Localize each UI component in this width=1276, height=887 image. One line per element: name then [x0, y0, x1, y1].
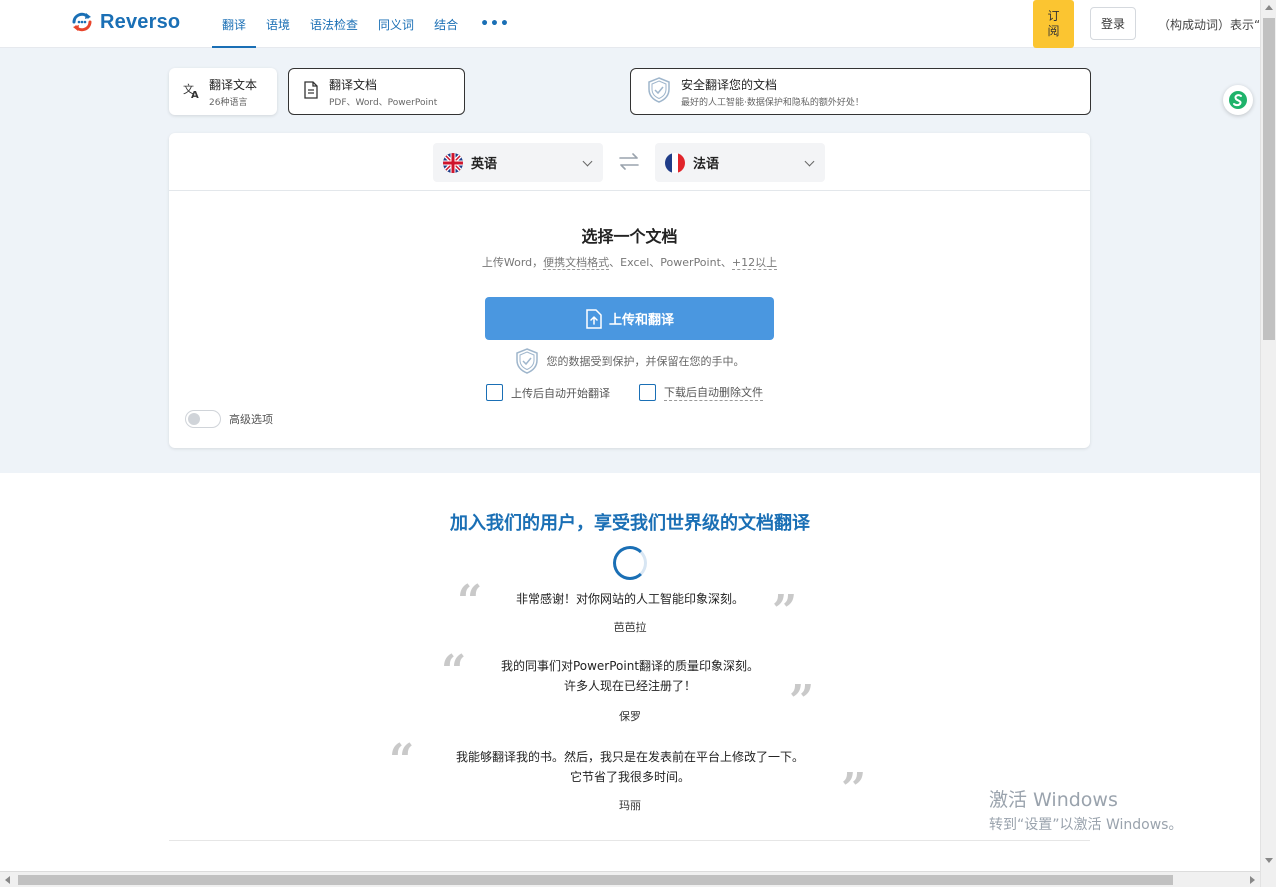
upload-and-translate-button[interactable]: 上传和翻译	[485, 297, 774, 340]
subscribe-label-1: 订	[1047, 9, 1060, 23]
uk-flag-icon	[443, 152, 463, 173]
swap-languages-button[interactable]	[617, 149, 641, 173]
scroll-left-arrow-icon[interactable]	[5, 876, 10, 884]
nav-item-context[interactable]: 语境	[256, 0, 300, 48]
main-nav: 翻译 语境 语法检查 同义词 结合 •••	[212, 0, 522, 48]
nav-item-synonyms[interactable]: 同义词	[368, 0, 424, 48]
green-s-icon	[1229, 91, 1247, 109]
france-flag-icon	[665, 152, 685, 173]
upload-file-icon	[586, 308, 602, 329]
reverso-logo[interactable]: Reverso	[70, 10, 180, 34]
horizontal-scrollbar[interactable]	[0, 871, 1260, 887]
source-language-select[interactable]: 英语	[433, 143, 603, 182]
formats-mid: 、Excel、PowerPoint、	[609, 256, 732, 269]
scroll-up-arrow-icon[interactable]	[1265, 5, 1273, 10]
subscribe-label-2: 阅	[1047, 24, 1060, 38]
auto-translate-option[interactable]: 上传后自动开始翻译	[486, 384, 610, 401]
auto-translate-checkbox[interactable]	[486, 384, 503, 401]
target-language-select[interactable]: 法语	[655, 143, 825, 182]
secure-banner-sub: 最好的人工智能·数据保护和隐私的额外好处！	[681, 97, 864, 108]
testimonial-3-line2: 它节省了我很多时间。	[569, 770, 690, 784]
translate-language-icon: 文 A	[183, 81, 201, 102]
tab-translate-document-sub: PDF、Word、PowerPoint	[329, 97, 438, 108]
nav-item-conjugation[interactable]: 结合	[424, 0, 468, 48]
secure-banner-title: 安全翻译您的文档	[681, 77, 778, 92]
swap-arrows-icon	[619, 153, 639, 170]
document-icon	[303, 81, 319, 102]
language-selector-row: 英语 法语	[169, 133, 1090, 191]
upload-button-label: 上传和翻译	[608, 313, 674, 328]
toggle-knob	[188, 413, 200, 425]
tab-translate-document-title: 翻译文档	[329, 77, 378, 92]
choose-document-title: 选择一个文档	[581, 227, 678, 246]
login-button[interactable]: 登录	[1090, 7, 1136, 40]
nav-item-translate[interactable]: 翻译	[212, 0, 257, 48]
open-quote-icon: “	[457, 576, 483, 627]
extension-floating-icon[interactable]	[1223, 85, 1253, 115]
advanced-options-label: 高级选项	[229, 413, 273, 426]
shield-icon	[647, 77, 671, 106]
protection-text: 您的数据受到保护，并保留在您的手中。	[546, 355, 745, 368]
nav-more-button[interactable]: •••	[468, 0, 522, 48]
testimonial-1-line1: 非常感谢！对你网站的人工智能印象深刻。	[515, 592, 744, 606]
vertical-scroll-thumb[interactable]	[1263, 18, 1275, 340]
windows-activation-watermark: 激活 Windows 转到“设置”以激活 Windows。	[989, 785, 1182, 834]
vertical-scrollbar[interactable]	[1260, 0, 1276, 887]
tab-translate-text-title: 翻译文本	[209, 77, 258, 92]
watermark-line2: 转到“设置”以激活 Windows。	[989, 817, 1183, 833]
auto-delete-option[interactable]: 下载后自动删除文件	[639, 384, 763, 401]
subscribe-button[interactable]: 订 阅	[1033, 0, 1074, 48]
testimonial-1-author: 芭芭拉	[613, 621, 647, 634]
testimonials-title: 加入我们的用户，享受我们世界级的文档翻译	[450, 513, 810, 534]
auto-delete-label: 下载后自动删除文件	[664, 386, 763, 401]
secure-translation-banner[interactable]: 安全翻译您的文档 最好的人工智能·数据保护和隐私的额外好处！	[630, 68, 1091, 115]
watermark-line1: 激活 Windows	[989, 789, 1118, 811]
data-protection-note: 您的数据受到保护，并保留在您的手中。	[169, 348, 1090, 374]
testimonial-2-text: 我的同事们对PowerPoint翻译的质量印象深刻。 许多人现在已经注册了！	[460, 656, 800, 696]
testimonial-3-text: 我能够翻译我的书。然后，我只是在发表前在平台上修改了一下。 它节省了我很多时间。	[408, 747, 852, 787]
reverso-logo-icon	[70, 10, 94, 34]
testimonial-2-line1: 我的同事们对PowerPoint翻译的质量印象深刻。	[500, 659, 760, 673]
horizontal-scroll-thumb[interactable]	[18, 875, 1173, 885]
supported-formats-text: 上传Word，便携文档格式、Excel、PowerPoint、+12以上	[169, 254, 1090, 270]
auto-delete-checkbox[interactable]	[639, 384, 656, 401]
advanced-options-row[interactable]: 高级选项	[185, 410, 273, 428]
top-header: Reverso 翻译 语境 语法检查 同义词 结合 ••• 订 阅 登录 （构成…	[0, 0, 1260, 48]
tab-translate-document[interactable]: 翻译文档 PDF、Word、PowerPoint	[288, 68, 465, 115]
formats-portable-link[interactable]: 便携文档格式	[543, 256, 610, 270]
formats-prefix: 上传Word，	[481, 256, 544, 269]
source-language-name: 英语	[471, 157, 498, 172]
nav-item-grammar-check[interactable]: 语法检查	[300, 0, 368, 48]
chevron-down-icon	[804, 156, 815, 167]
shield-check-icon	[515, 348, 538, 374]
testimonial-3-line1: 我能够翻译我的书。然后，我只是在发表前在平台上修改了一下。	[455, 750, 804, 764]
scroll-right-arrow-icon[interactable]	[1250, 876, 1255, 884]
tab-translate-text-sub: 26种语言	[209, 97, 248, 108]
chevron-down-icon	[582, 156, 593, 167]
svg-text:A: A	[191, 90, 199, 99]
advanced-options-toggle[interactable]	[185, 410, 221, 428]
document-upload-panel: 英语 法语 选择一个文档 上传Word，便携文档格式、Excel、PowerPo…	[169, 133, 1090, 448]
auto-translate-label: 上传后自动开始翻译	[511, 386, 610, 400]
scroll-down-arrow-icon[interactable]	[1265, 858, 1273, 863]
testimonial-2-author: 保罗	[619, 710, 641, 723]
header-hint-text: （构成动词）表示“使	[1158, 18, 1260, 32]
formats-more-link[interactable]: +12以上	[731, 256, 778, 270]
testimonial-1-text: 非常感谢！对你网站的人工智能印象深刻。	[480, 589, 780, 609]
brand-name: Reverso	[100, 10, 181, 33]
section-divider	[169, 840, 1090, 841]
testimonial-2-line2: 许多人现在已经注册了！	[563, 679, 696, 693]
target-language-name: 法语	[693, 157, 720, 172]
loading-spinner	[613, 546, 647, 580]
tab-translate-text[interactable]: 文 A 翻译文本 26种语言	[169, 68, 277, 115]
